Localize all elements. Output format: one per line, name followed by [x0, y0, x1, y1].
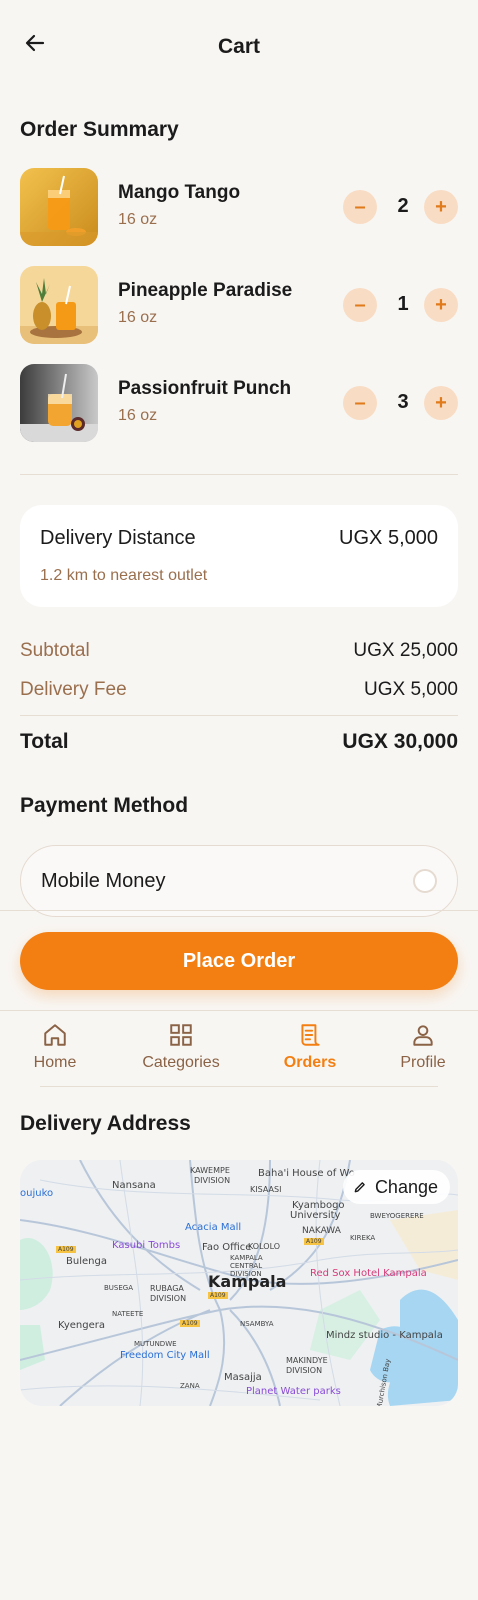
bottom-navigation: Home Categories Orders Profile [0, 1010, 478, 1087]
map-label: NATEETE [112, 1310, 144, 1318]
map-label: A109 [180, 1320, 200, 1327]
radio-button[interactable] [413, 869, 437, 893]
divider [20, 474, 458, 475]
grid-icon [170, 1024, 192, 1046]
decrease-quantity-button[interactable]: – [343, 386, 377, 420]
divider [20, 715, 458, 716]
map-label: MAKINDYE [286, 1356, 328, 1365]
map-label: Planet Water parks [246, 1386, 341, 1397]
map-label: Kyengera [58, 1320, 105, 1331]
map-label: Baha'i House of Wo [258, 1168, 355, 1179]
map-label: KAMPALA [230, 1254, 263, 1262]
user-icon [413, 1025, 433, 1046]
map-label: BWEYOGERERE [370, 1212, 424, 1220]
nav-label: Home [33, 1054, 77, 1071]
increase-quantity-button[interactable]: + [424, 190, 458, 224]
nav-label: Categories [142, 1054, 220, 1071]
map-label: Mindz studio - Kampala [326, 1330, 443, 1341]
map-label: Red Sox Hotel Kampala [310, 1268, 427, 1279]
quantity-value: 1 [397, 293, 409, 315]
nav-label: Orders [283, 1054, 337, 1071]
map-label: DIVISION [150, 1294, 187, 1303]
receipt-icon [301, 1024, 320, 1046]
product-image-passionfruit [20, 364, 98, 442]
payment-method-title: Payment Method [20, 794, 189, 817]
total-value: UGX 30,000 [342, 730, 458, 753]
divider [40, 1086, 438, 1087]
map-label: CENTRAL [230, 1262, 263, 1270]
map-label: oujuko [20, 1188, 54, 1199]
delivery-distance-note: 1.2 km to nearest outlet [40, 567, 208, 584]
map-label: Acacia Mall [185, 1222, 242, 1233]
map-label: NSAMBYA [240, 1320, 274, 1328]
delivery-map[interactable]: Kampala Nansana KAWEMPE DIVISION Baha'i … [20, 1160, 458, 1406]
map-label: ZANA [180, 1382, 200, 1390]
decrease-quantity-button[interactable]: – [343, 190, 377, 224]
order-summary-title: Order Summary [20, 118, 179, 141]
map-label: KIREKA [350, 1234, 376, 1242]
nav-item-orders[interactable]: Orders [255, 1011, 365, 1087]
decrease-quantity-button[interactable]: – [343, 288, 377, 322]
item-name: Passionfruit Punch [118, 378, 292, 399]
home-icon [44, 1024, 66, 1046]
map-label: DIVISION [194, 1176, 231, 1185]
cart-item: Pineapple Paradise 16 oz – 1 + [20, 266, 458, 346]
page-title: Cart [217, 35, 260, 58]
delivery-fee-value: UGX 5,000 [364, 679, 458, 700]
app-header: Cart [0, 0, 478, 96]
payment-option-mobile-money[interactable]: Mobile Money [20, 845, 458, 917]
place-order-button[interactable]: Place Order [20, 932, 458, 990]
map-label: MUTUNDWE [134, 1340, 177, 1348]
item-name: Mango Tango [118, 182, 241, 203]
total-label: Total [20, 730, 69, 753]
map-label: KAWEMPE [190, 1166, 230, 1175]
subtotal-label: Subtotal [20, 640, 90, 661]
increase-quantity-button[interactable]: + [424, 386, 458, 420]
item-size: 16 oz [118, 309, 158, 326]
change-label: Change [374, 1176, 438, 1197]
delivery-address-title: Delivery Address [20, 1112, 191, 1135]
increase-quantity-button[interactable]: + [424, 288, 458, 322]
nav-item-profile[interactable]: Profile [368, 1011, 478, 1087]
map-label: BUSEGA [104, 1284, 134, 1292]
delivery-fee-label: Delivery Fee [20, 679, 127, 700]
map-label: DIVISION [286, 1366, 323, 1375]
map-label: Nansana [112, 1180, 156, 1191]
payment-option-label: Mobile Money [41, 870, 166, 892]
delivery-distance-value: UGX 5,000 [339, 527, 438, 549]
subtotal-value: UGX 25,000 [353, 640, 458, 661]
map-label: A109 [208, 1292, 228, 1299]
delivery-distance-card: Delivery Distance UGX 5,000 1.2 km to ne… [20, 505, 458, 607]
nav-item-categories[interactable]: Categories [126, 1011, 236, 1087]
quantity-value: 2 [397, 195, 409, 217]
delivery-distance-label: Delivery Distance [40, 527, 196, 549]
map-label: KOLOLO [248, 1242, 281, 1251]
map-label: NAKAWA [302, 1226, 341, 1236]
map-label: RUBAGA [150, 1284, 184, 1293]
nav-label: Profile [400, 1054, 446, 1071]
map-label: KISAASI [250, 1185, 282, 1194]
product-image-mango [20, 168, 98, 246]
pencil-icon [354, 1182, 365, 1193]
map-label: A109 [304, 1238, 324, 1245]
map-label: A109 [56, 1246, 76, 1253]
cart-item: Mango Tango 16 oz – 2 + [20, 168, 458, 248]
item-size: 16 oz [118, 407, 158, 424]
map-label: University [290, 1210, 341, 1221]
item-name: Pineapple Paradise [118, 280, 293, 301]
map-label: Fao Office [202, 1242, 252, 1253]
map-label: Kasubi Tombs [112, 1240, 181, 1251]
nav-item-home[interactable]: Home [0, 1011, 110, 1087]
quantity-value: 3 [397, 391, 409, 413]
item-size: 16 oz [118, 211, 158, 228]
product-image-pineapple [20, 266, 98, 344]
change-address-button[interactable]: Change [342, 1170, 450, 1204]
map-label: Masajja [224, 1372, 262, 1383]
divider [0, 910, 478, 911]
map-label: Bulenga [66, 1256, 107, 1267]
map-label: DIVISION [230, 1270, 262, 1278]
map-label: Freedom City Mall [120, 1350, 210, 1361]
cart-item: Passionfruit Punch 16 oz – 3 + [20, 364, 458, 444]
